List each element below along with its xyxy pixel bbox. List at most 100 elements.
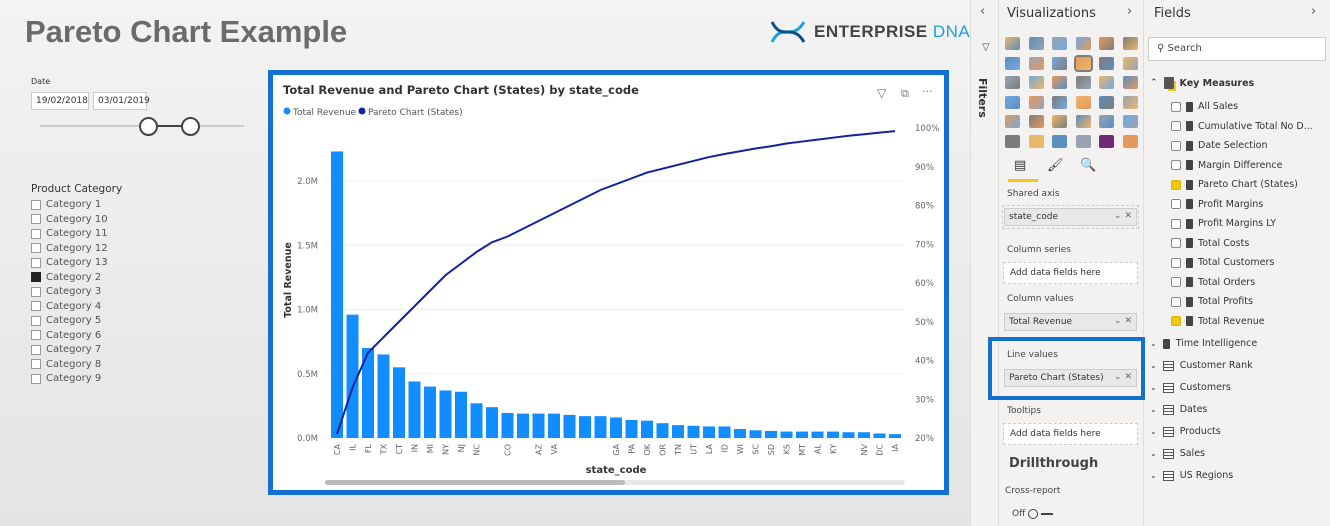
- checkbox[interactable]: [1171, 218, 1181, 229]
- visual-type-icon[interactable]: [1073, 54, 1093, 72]
- analytics-icon[interactable]: 🔍: [1080, 158, 1096, 173]
- bar: [796, 431, 808, 438]
- visual-type-icon[interactable]: [1122, 37, 1138, 50]
- format-paint-roller-icon[interactable]: 🖌: [1047, 158, 1064, 173]
- field-item[interactable]: Cumulative Total No D...: [1171, 121, 1313, 132]
- visual-type-icon[interactable]: [1028, 37, 1044, 50]
- field-item[interactable]: Total Customers: [1171, 257, 1274, 268]
- visual-type-icon[interactable]: [1005, 134, 1020, 148]
- visual-type-icon[interactable]: [1075, 76, 1091, 89]
- visual-type-icon[interactable]: [1122, 76, 1138, 89]
- visual-type-icon[interactable]: [1052, 134, 1067, 148]
- checkbox[interactable]: [1171, 257, 1181, 268]
- visual-type-icon[interactable]: [1005, 37, 1020, 50]
- table-item[interactable]: ⌄ Customers: [1150, 382, 1231, 393]
- checkbox[interactable]: [1171, 199, 1181, 209]
- tooltips-label: Tooltips: [1007, 406, 1041, 416]
- visual-type-icon[interactable]: [1028, 95, 1044, 109]
- y-left-tick: 0.0M: [297, 434, 318, 444]
- field-item[interactable]: All Sales: [1171, 101, 1238, 112]
- tooltips-drop[interactable]: Add data fields here: [1003, 423, 1138, 445]
- visual-type-icon[interactable]: [1122, 115, 1138, 128]
- checkbox[interactable]: [1171, 296, 1181, 307]
- visual-type-icon[interactable]: [1052, 76, 1067, 89]
- visual-type-icon[interactable]: [1099, 56, 1114, 70]
- visual-type-icon[interactable]: [1005, 76, 1020, 89]
- collapse-filters-icon[interactable]: ‹: [980, 4, 985, 19]
- y-right-tick: 70%: [915, 240, 934, 250]
- table-item[interactable]: ⌄ US Regions: [1150, 470, 1233, 481]
- visual-type-icon[interactable]: [1005, 115, 1020, 128]
- visual-type-icon[interactable]: [1005, 95, 1020, 109]
- visual-type-icon[interactable]: [1122, 95, 1138, 109]
- y-left-tick: 1.0M: [297, 306, 318, 316]
- table-key-measures[interactable]: ⌃ Key Measures: [1150, 77, 1254, 89]
- visual-type-icon[interactable]: [1122, 134, 1138, 148]
- table-item[interactable]: ⌄ Products: [1150, 426, 1221, 437]
- visual-type-icon[interactable]: [1099, 76, 1114, 89]
- calculator-icon: [1186, 218, 1193, 229]
- shared-axis-field[interactable]: state_code ⌄ ✕: [1004, 208, 1137, 226]
- visual-type-icon[interactable]: [1052, 37, 1067, 50]
- checkbox[interactable]: [1171, 140, 1181, 151]
- visual-type-icon[interactable]: [1028, 76, 1044, 89]
- visual-type-icon[interactable]: [1052, 95, 1067, 109]
- field-item[interactable]: Total Costs: [1171, 238, 1249, 249]
- table-item[interactable]: ⌄ Dates: [1150, 404, 1207, 415]
- fields-tab-icon[interactable]: ▤: [1014, 158, 1026, 173]
- checkbox[interactable]: [1171, 316, 1181, 326]
- field-item[interactable]: Total Revenue: [1171, 316, 1265, 327]
- visual-type-icon[interactable]: [1028, 115, 1044, 128]
- remove-field-icon[interactable]: ⌄ ✕: [1114, 372, 1132, 382]
- x-tick: DC: [876, 444, 885, 456]
- x-tick: OK: [643, 443, 652, 455]
- visual-type-icon[interactable]: [1099, 134, 1114, 148]
- y-right-tick: 50%: [915, 318, 934, 328]
- field-item[interactable]: Margin Difference: [1171, 160, 1282, 171]
- chevron-down-icon: ⌄: [1150, 361, 1157, 370]
- checkbox[interactable]: [1171, 160, 1181, 170]
- horizontal-scrollbar-thumb[interactable]: [325, 480, 625, 485]
- visual-type-icon[interactable]: [1075, 134, 1091, 148]
- visual-type-icon[interactable]: [1075, 95, 1091, 109]
- field-item[interactable]: Profit Margins: [1171, 199, 1263, 210]
- checkbox[interactable]: [1171, 121, 1181, 131]
- visual-type-icon[interactable]: [1099, 115, 1114, 128]
- collapse-visualizations-icon[interactable]: ›: [1127, 4, 1132, 19]
- checkbox[interactable]: [1171, 179, 1181, 190]
- checkbox[interactable]: [1171, 238, 1181, 248]
- field-item[interactable]: Total Profits: [1171, 296, 1253, 307]
- visual-type-icon[interactable]: [1122, 56, 1138, 70]
- field-item[interactable]: Date Selection: [1171, 140, 1268, 151]
- visual-type-icon[interactable]: [1028, 134, 1044, 148]
- checkbox[interactable]: [1171, 277, 1181, 287]
- visual-type-icon[interactable]: [1028, 56, 1044, 70]
- field-item[interactable]: Pareto Chart (States): [1171, 179, 1298, 190]
- line-values-field[interactable]: Pareto Chart (States) ⌄ ✕: [1004, 369, 1137, 387]
- table-item[interactable]: ⌄ Time Intelligence: [1150, 338, 1257, 349]
- table-item[interactable]: ⌄ Customer Rank: [1150, 360, 1253, 371]
- visual-type-icon[interactable]: [1052, 115, 1067, 128]
- visual-type-icon[interactable]: [1052, 56, 1067, 70]
- remove-field-icon[interactable]: ⌄ ✕: [1114, 316, 1132, 326]
- fields-search-input[interactable]: ⚲ Search: [1148, 37, 1326, 61]
- table-item[interactable]: ⌄ Sales: [1150, 448, 1205, 459]
- chevron-down-icon: ⌄: [1150, 471, 1157, 480]
- calculator-icon: [1186, 296, 1193, 307]
- filters-pane-toggle[interactable]: Filters: [976, 78, 989, 118]
- x-tick: SD: [767, 444, 776, 455]
- column-series-drop[interactable]: Add data fields here: [1003, 262, 1138, 284]
- column-values-field[interactable]: Total Revenue ⌄ ✕: [1004, 313, 1137, 331]
- visual-type-icon[interactable]: [1075, 37, 1091, 50]
- field-item[interactable]: Profit Margins LY: [1171, 218, 1276, 229]
- visual-type-icon[interactable]: [1099, 37, 1114, 50]
- x-tick: TX: [380, 443, 389, 455]
- cross-report-toggle[interactable]: Off: [1012, 509, 1054, 519]
- field-item[interactable]: Total Orders: [1171, 277, 1255, 288]
- remove-field-icon[interactable]: ⌄ ✕: [1114, 211, 1132, 221]
- checkbox[interactable]: [1171, 101, 1181, 112]
- visual-type-icon[interactable]: [1075, 115, 1091, 128]
- collapse-fields-icon[interactable]: ›: [1311, 4, 1316, 19]
- visual-type-icon[interactable]: [1005, 56, 1020, 70]
- visual-type-icon[interactable]: [1099, 95, 1114, 109]
